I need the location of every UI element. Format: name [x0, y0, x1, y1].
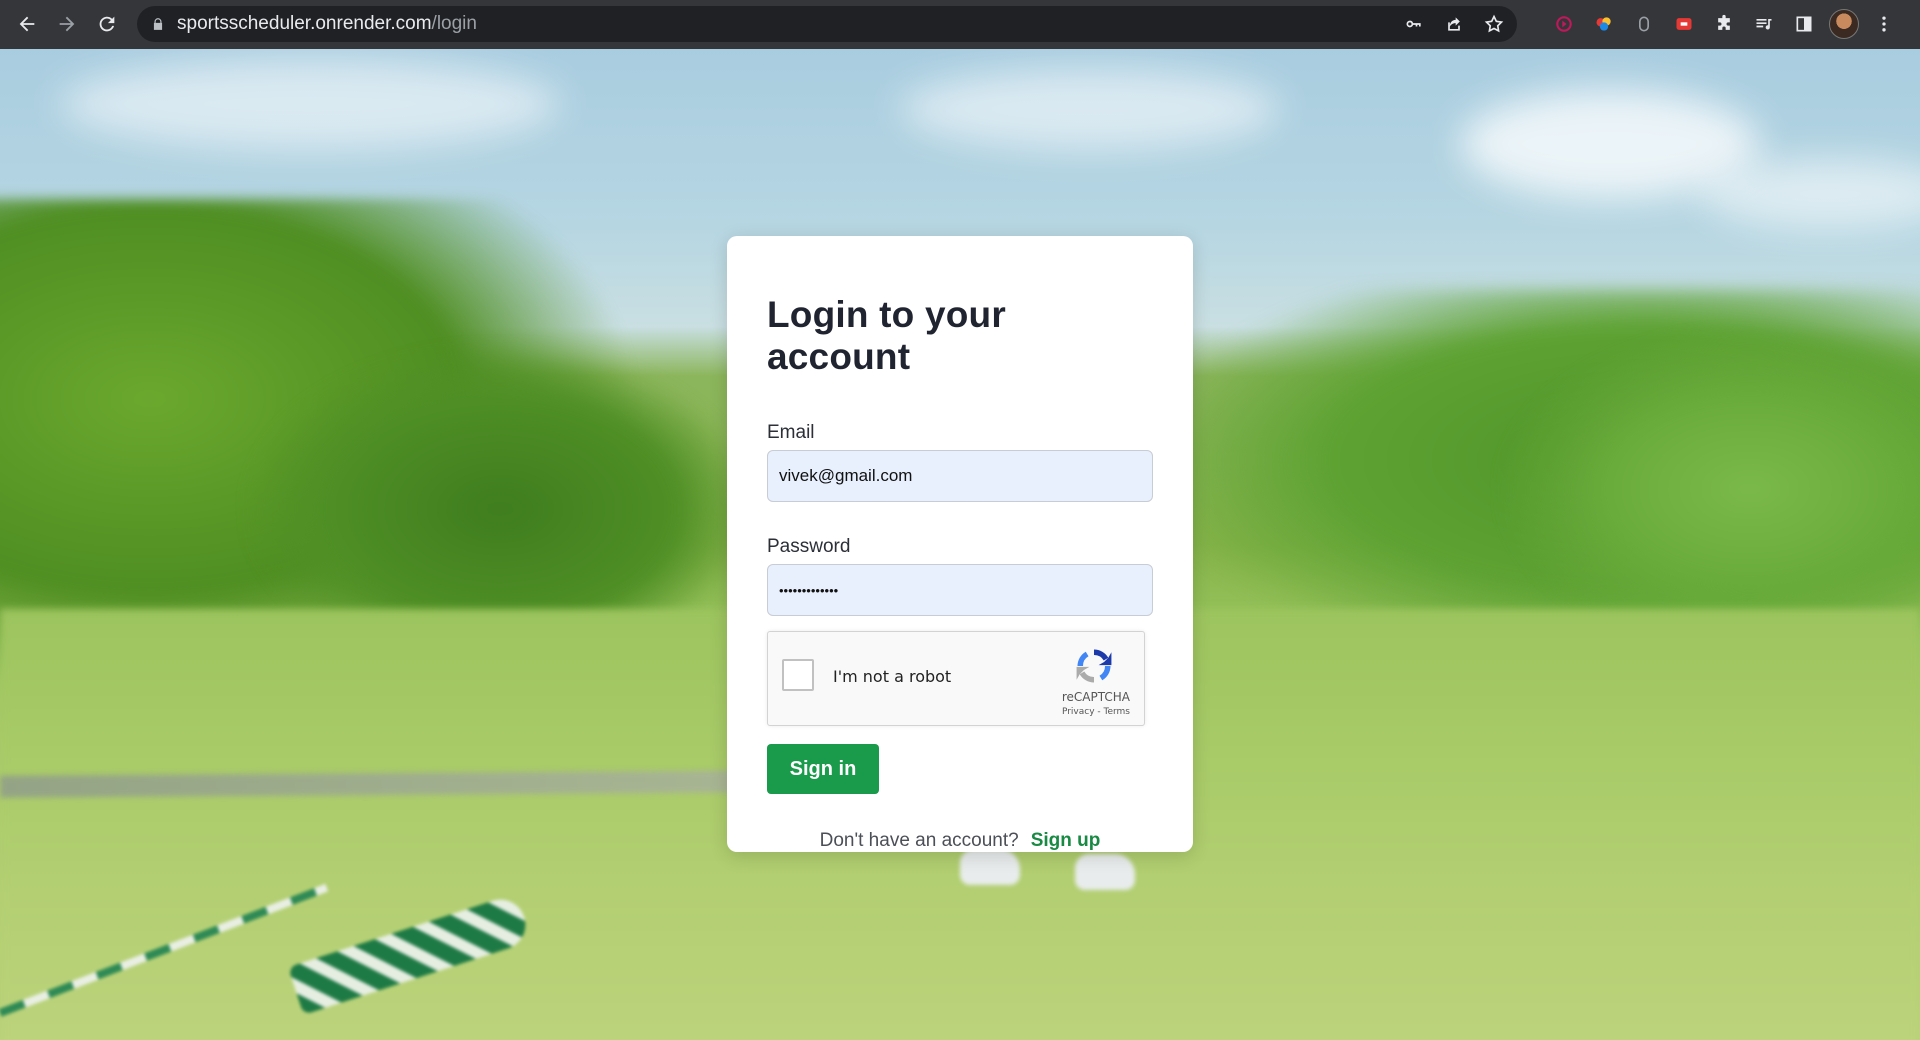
media-button[interactable]: [1748, 8, 1780, 40]
side-panel-button[interactable]: [1788, 8, 1820, 40]
extension-4-button[interactable]: [1668, 8, 1700, 40]
signup-prompt: Don't have an account?: [819, 830, 1019, 851]
recaptcha-links[interactable]: Privacy - Terms: [1062, 707, 1130, 717]
puzzle-icon: [1718, 14, 1730, 30]
recaptcha-widget: I'm not a robot reCAPTCHA Privacy - Term…: [767, 631, 1145, 726]
cloud: [900, 69, 1280, 149]
recaptcha-label: I'm not a robot: [833, 667, 952, 686]
back-button[interactable]: [7, 4, 47, 44]
golfer-shoe-right: [1075, 854, 1135, 890]
password-key-button[interactable]: [1399, 9, 1429, 39]
url-host: sportsscheduler.onrender.com: [177, 13, 432, 34]
signup-row: Don't have an account? Sign up: [767, 830, 1153, 852]
reload-icon: [99, 16, 115, 32]
extension-3-button[interactable]: [1628, 8, 1660, 40]
email-label: Email: [767, 422, 815, 443]
cloud: [60, 59, 560, 149]
url-path: /login: [431, 13, 477, 34]
recaptcha-brand: reCAPTCHA: [1061, 690, 1130, 704]
address-bar[interactable]: sportsscheduler.onrender.com/login: [137, 6, 1517, 42]
forward-icon: [59, 16, 75, 32]
login-card: Login to your account Email vivek@gmail.…: [727, 236, 1193, 852]
menu-button[interactable]: [1868, 8, 1900, 40]
star-icon: [1484, 14, 1504, 33]
password-label: Password: [767, 536, 851, 557]
extensions-button[interactable]: [1708, 8, 1740, 40]
key-icon: [1406, 20, 1421, 28]
circle-extension-icon: [1556, 16, 1572, 32]
email-field[interactable]: vivek@gmail.com: [767, 450, 1153, 502]
avatar: [1829, 9, 1859, 39]
forward-button[interactable]: [47, 4, 87, 44]
back-icon: [19, 16, 35, 32]
red-extension-icon: [1676, 18, 1692, 30]
recaptcha-checkbox[interactable]: [782, 659, 814, 691]
menu-icon: [1882, 16, 1886, 32]
share-icon: [1448, 17, 1460, 31]
reload-button[interactable]: [87, 4, 127, 44]
sidebar-icon: [1796, 16, 1812, 32]
golfer-shoe-left: [960, 849, 1020, 885]
password-field[interactable]: •••••••••••••: [767, 564, 1153, 616]
colorful-extension-icon: [1596, 17, 1611, 31]
profile-button[interactable]: [1828, 8, 1860, 40]
recaptcha-icon: [1076, 649, 1112, 683]
lock-icon: [153, 18, 163, 30]
mouse-extension-icon: [1639, 16, 1649, 32]
extension-1-button[interactable]: [1548, 8, 1580, 40]
bookmark-button[interactable]: [1479, 9, 1509, 39]
password-value: •••••••••••••: [779, 582, 839, 598]
cloud: [1700, 159, 1920, 229]
sign-in-button[interactable]: Sign in: [767, 744, 879, 794]
sign-up-link[interactable]: Sign up: [1031, 830, 1101, 851]
media-icon: [1756, 19, 1772, 30]
trees-right-light: [1500, 329, 1920, 649]
page-title: Login to your account: [767, 294, 1006, 377]
extension-2-button[interactable]: [1588, 8, 1620, 40]
browser-toolbar: sportsscheduler.onrender.com/login: [0, 0, 1920, 49]
email-value: vivek@gmail.com: [779, 466, 913, 485]
share-button[interactable]: [1439, 9, 1469, 39]
